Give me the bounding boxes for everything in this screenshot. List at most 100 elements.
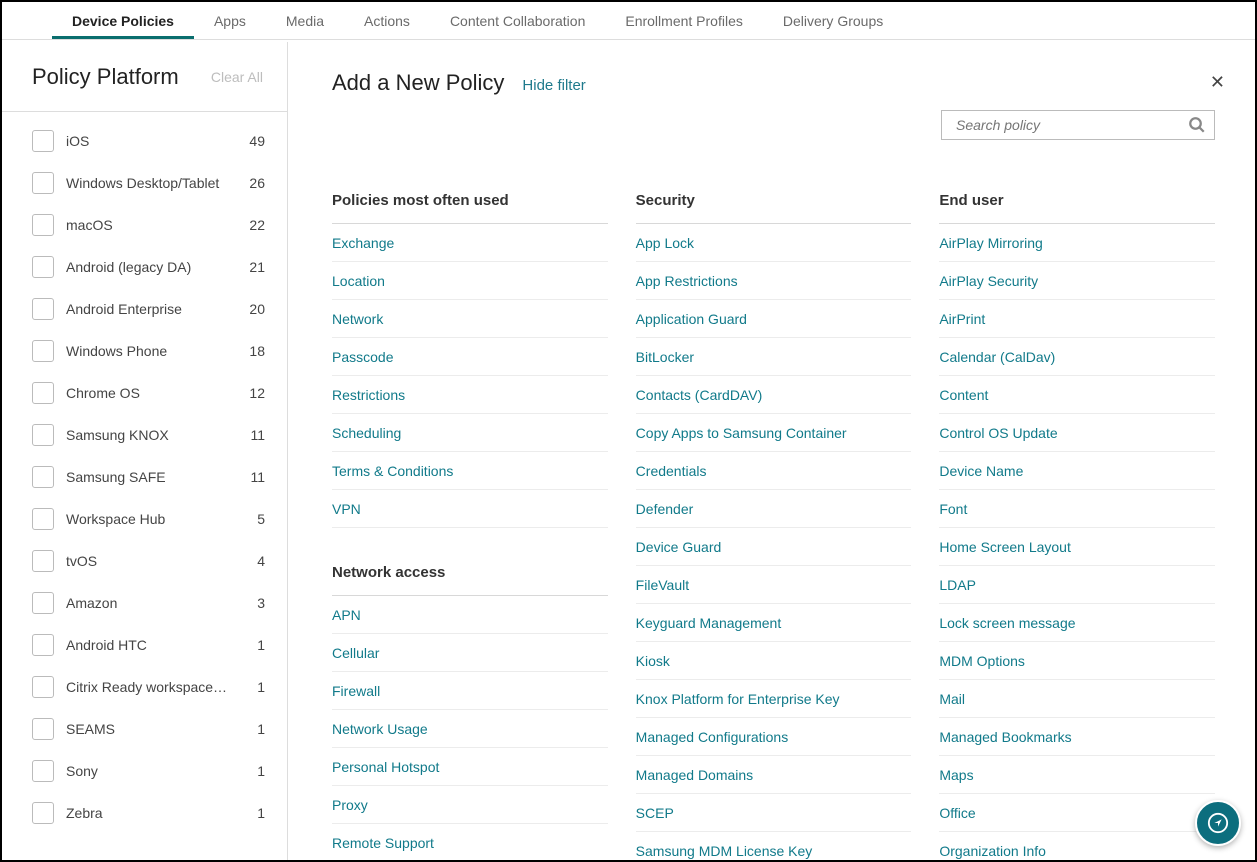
policy-link[interactable]: Remote Support: [332, 824, 608, 860]
filter-checkbox[interactable]: [32, 424, 54, 446]
policy-link[interactable]: FileVault: [636, 566, 912, 604]
navigate-fab[interactable]: [1195, 800, 1241, 846]
policy-link[interactable]: Managed Bookmarks: [939, 718, 1215, 756]
filter-checkbox[interactable]: [32, 130, 54, 152]
policy-link[interactable]: VPN: [332, 490, 608, 528]
policy-link[interactable]: Exchange: [332, 224, 608, 262]
policy-link[interactable]: Font: [939, 490, 1215, 528]
policy-link[interactable]: Application Guard: [636, 300, 912, 338]
filter-row[interactable]: Android (legacy DA)21: [2, 246, 287, 288]
policy-link[interactable]: Passcode: [332, 338, 608, 376]
policy-link[interactable]: Credentials: [636, 452, 912, 490]
policy-link[interactable]: Calendar (CalDav): [939, 338, 1215, 376]
filter-checkbox[interactable]: [32, 550, 54, 572]
filter-checkbox[interactable]: [32, 466, 54, 488]
filter-row[interactable]: Sony1: [2, 750, 287, 792]
policy-link[interactable]: App Lock: [636, 224, 912, 262]
filter-row[interactable]: Citrix Ready workspace…1: [2, 666, 287, 708]
policy-link[interactable]: Device Name: [939, 452, 1215, 490]
policy-link[interactable]: Network Usage: [332, 710, 608, 748]
policy-link[interactable]: APN: [332, 596, 608, 634]
filter-row[interactable]: Zebra1: [2, 792, 287, 834]
policy-link[interactable]: Content: [939, 376, 1215, 414]
policy-link[interactable]: Keyguard Management: [636, 604, 912, 642]
policy-link[interactable]: Lock screen message: [939, 604, 1215, 642]
policy-link[interactable]: AirPlay Mirroring: [939, 224, 1215, 262]
sidebar-title: Policy Platform: [32, 64, 179, 90]
filter-checkbox[interactable]: [32, 298, 54, 320]
policy-link[interactable]: Copy Apps to Samsung Container: [636, 414, 912, 452]
filter-checkbox[interactable]: [32, 382, 54, 404]
policy-link[interactable]: Personal Hotspot: [332, 748, 608, 786]
policy-link[interactable]: Contacts (CardDAV): [636, 376, 912, 414]
filter-checkbox[interactable]: [32, 802, 54, 824]
filter-checkbox[interactable]: [32, 508, 54, 530]
filter-checkbox[interactable]: [32, 256, 54, 278]
policy-link[interactable]: LDAP: [939, 566, 1215, 604]
hide-filter-link[interactable]: Hide filter: [522, 77, 585, 94]
policy-link[interactable]: MDM Options: [939, 642, 1215, 680]
policy-column: Policies most often usedExchangeLocation…: [332, 192, 608, 860]
filter-row[interactable]: Windows Desktop/Tablet26: [2, 162, 287, 204]
filter-list[interactable]: iOS49Windows Desktop/Tablet26macOS22Andr…: [2, 112, 287, 860]
policy-link[interactable]: App Restrictions: [636, 262, 912, 300]
tab-device-policies[interactable]: Device Policies: [52, 2, 194, 39]
filter-row[interactable]: Amazon3: [2, 582, 287, 624]
policy-link[interactable]: AirPrint: [939, 300, 1215, 338]
policy-link[interactable]: Maps: [939, 756, 1215, 794]
policy-link[interactable]: Network: [332, 300, 608, 338]
filter-checkbox[interactable]: [32, 340, 54, 362]
policy-link[interactable]: Home Screen Layout: [939, 528, 1215, 566]
tab-content-collaboration[interactable]: Content Collaboration: [430, 2, 605, 39]
tab-actions[interactable]: Actions: [344, 2, 430, 39]
policy-link[interactable]: SCEP: [636, 794, 912, 832]
policy-link[interactable]: Kiosk: [636, 642, 912, 680]
filter-checkbox[interactable]: [32, 214, 54, 236]
policy-link[interactable]: Control OS Update: [939, 414, 1215, 452]
policy-link[interactable]: Terms & Conditions: [332, 452, 608, 490]
policy-link[interactable]: Organization Info: [939, 832, 1215, 860]
filter-row[interactable]: Workspace Hub5: [2, 498, 287, 540]
filter-row[interactable]: macOS22: [2, 204, 287, 246]
policy-link[interactable]: AirPlay Security: [939, 262, 1215, 300]
tab-media[interactable]: Media: [266, 2, 344, 39]
filter-checkbox[interactable]: [32, 718, 54, 740]
filter-checkbox[interactable]: [32, 592, 54, 614]
filter-row[interactable]: iOS49: [2, 120, 287, 162]
policy-link[interactable]: Managed Domains: [636, 756, 912, 794]
search-box[interactable]: [941, 110, 1215, 140]
policy-link[interactable]: Scheduling: [332, 414, 608, 452]
policy-link[interactable]: Cellular: [332, 634, 608, 672]
filter-checkbox[interactable]: [32, 634, 54, 656]
policy-link[interactable]: Knox Platform for Enterprise Key: [636, 680, 912, 718]
policy-link[interactable]: Firewall: [332, 672, 608, 710]
tab-delivery-groups[interactable]: Delivery Groups: [763, 2, 903, 39]
filter-checkbox[interactable]: [32, 760, 54, 782]
search-icon[interactable]: [1188, 116, 1206, 134]
filter-row[interactable]: tvOS4: [2, 540, 287, 582]
filter-row[interactable]: Samsung KNOX11: [2, 414, 287, 456]
policy-link[interactable]: Restrictions: [332, 376, 608, 414]
filter-checkbox[interactable]: [32, 172, 54, 194]
policy-link[interactable]: Location: [332, 262, 608, 300]
filter-row[interactable]: SEAMS1: [2, 708, 287, 750]
clear-all-button[interactable]: Clear All: [211, 69, 263, 85]
policy-link[interactable]: Office: [939, 794, 1215, 832]
filter-row[interactable]: Chrome OS12: [2, 372, 287, 414]
filter-row[interactable]: Samsung SAFE11: [2, 456, 287, 498]
policy-link[interactable]: Samsung MDM License Key: [636, 832, 912, 860]
policy-link[interactable]: Managed Configurations: [636, 718, 912, 756]
policy-link[interactable]: BitLocker: [636, 338, 912, 376]
tab-enrollment-profiles[interactable]: Enrollment Profiles: [605, 2, 763, 39]
tab-apps[interactable]: Apps: [194, 2, 266, 39]
filter-row[interactable]: Android HTC1: [2, 624, 287, 666]
policy-link[interactable]: Proxy: [332, 786, 608, 824]
filter-row[interactable]: Android Enterprise20: [2, 288, 287, 330]
filter-checkbox[interactable]: [32, 676, 54, 698]
policy-link[interactable]: Defender: [636, 490, 912, 528]
filter-row[interactable]: Windows Phone18: [2, 330, 287, 372]
policy-link[interactable]: Device Guard: [636, 528, 912, 566]
close-icon[interactable]: ✕: [1210, 72, 1225, 93]
policy-link[interactable]: Mail: [939, 680, 1215, 718]
search-input[interactable]: [956, 117, 1188, 133]
